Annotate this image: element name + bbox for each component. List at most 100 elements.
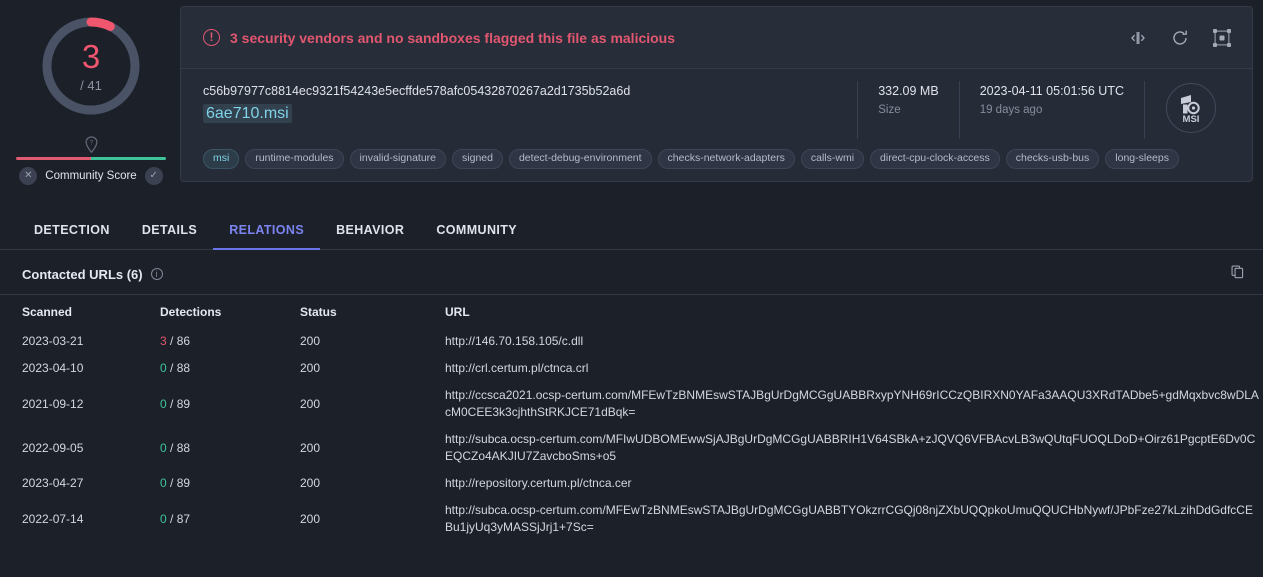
- detection-count: 0: [160, 511, 167, 526]
- detection-count: 3: [81, 37, 101, 75]
- detection-total: / 88: [166, 361, 191, 375]
- file-hash[interactable]: c56b97977c8814ec9321f54243e5ecffde578afc…: [203, 81, 843, 101]
- cell-detections: 0 / 88: [160, 426, 300, 470]
- file-tags: msi runtime-modules invalid-signature signe…: [181, 139, 1252, 181]
- table-row: 2023-04-10 0 / 88 200 http://crl.certum.pl/…: [0, 355, 1263, 382]
- file-summary-section: 3 / 41 ? ✕ Community Score ✓ ! 3 securit: [0, 0, 1263, 196]
- table-row: 2022-09-05 0 / 88 200 http://subca.ocsp-cer…: [0, 426, 1263, 470]
- file-tag[interactable]: invalid-signature: [349, 149, 447, 169]
- cell-status: 200: [300, 334, 321, 348]
- table-header-row: Scanned Detections Status URL: [0, 295, 1263, 328]
- check-circle-icon[interactable]: ✓: [144, 167, 163, 185]
- file-size-block: 332.09 MB Size: [857, 81, 958, 140]
- file-tag[interactable]: checks-usb-bus: [1005, 149, 1100, 169]
- file-tag[interactable]: long-sleeps: [1105, 149, 1179, 169]
- contacted-urls-header: Contacted URLs (6) i: [0, 250, 1263, 295]
- info-icon[interactable]: i: [150, 268, 163, 280]
- cell-url[interactable]: http://subca.ocsp-certum.com/MFEwTzBNMEs…: [445, 497, 1263, 541]
- file-tag[interactable]: runtime-modules: [245, 149, 344, 169]
- detection-total: / 89: [166, 396, 191, 411]
- cell-url[interactable]: http://repository.certum.pl/ctnca.cer: [445, 470, 1263, 497]
- file-tag[interactable]: msi: [203, 149, 240, 169]
- community-score-bar: [16, 157, 166, 160]
- cell-url[interactable]: http://ccsca2021.ocsp-certum.com/MFEwTzB…: [445, 382, 1263, 426]
- section-title: Contacted URLs (6): [22, 266, 143, 282]
- file-body-row: c56b97977c8814ec9321f54243e5ecffde578afc…: [181, 69, 1252, 140]
- file-tag[interactable]: signed: [452, 149, 503, 169]
- cell-detections: 0 / 89: [160, 382, 300, 426]
- cell-scanned: 2023-04-27: [22, 476, 84, 490]
- cell-url[interactable]: http://subca.ocsp-certum.com/MFIwUDBOMEw…: [445, 426, 1263, 470]
- community-score-row: ✕ Community Score ✓: [19, 167, 163, 185]
- detection-total: / 88: [166, 440, 191, 455]
- tab-community[interactable]: COMMUNITY: [420, 223, 533, 250]
- similar-files-icon[interactable]: [1128, 28, 1148, 48]
- file-metadata: 332.09 MB Size 2023-04-11 05:01:56 UTC 1…: [853, 81, 1144, 140]
- file-date-relative: 19 days ago: [979, 104, 1043, 116]
- cell-url[interactable]: http://146.70.158.105/c.dll: [445, 328, 1263, 355]
- detection-count: 0: [160, 440, 167, 455]
- tab-details[interactable]: DETAILS: [126, 223, 213, 250]
- column-header-url: URL: [445, 305, 470, 319]
- cell-detections: 0 / 88: [160, 355, 300, 382]
- detection-total: / 89: [166, 476, 191, 490]
- file-name[interactable]: 6ae710.msi: [203, 104, 292, 123]
- cell-detections: 0 / 87: [160, 497, 300, 541]
- file-size-value: 332.09 MB: [878, 84, 939, 98]
- tab-relations[interactable]: RELATIONS: [213, 223, 321, 250]
- file-tag[interactable]: calls-wmi: [800, 149, 865, 169]
- table-row: 2022-07-14 0 / 87 200 http://subca.ocsp-cer…: [0, 497, 1263, 541]
- msi-installer-icon: MSI: [1165, 83, 1216, 133]
- cell-scanned: 2022-09-05: [22, 440, 84, 455]
- svg-text:MSI: MSI: [1182, 114, 1199, 125]
- cell-status: 200: [300, 396, 321, 411]
- svg-text:?: ?: [89, 140, 93, 147]
- malicious-alert-banner: ! 3 security vendors and no sandboxes fl…: [181, 7, 1252, 69]
- cell-url[interactable]: http://crl.certum.pl/ctnca.crl: [445, 355, 1263, 382]
- alert-message: 3 security vendors and no sandboxes flag…: [230, 29, 676, 46]
- file-tag[interactable]: direct-cpu-clock-access: [870, 149, 1000, 169]
- detection-ratio-donut: 3 / 41: [37, 12, 145, 120]
- header-actions: [1128, 28, 1232, 48]
- exclamation-circle-icon: !: [203, 29, 220, 46]
- community-score-block: ? ✕ Community Score ✓: [10, 136, 172, 185]
- table-row: 2023-03-21 3 / 86 200 http://146.70.158.105…: [0, 328, 1263, 355]
- table-row: 2021-09-12 0 / 89 200 http://ccsca2021.ocsp…: [0, 382, 1263, 426]
- graph-icon[interactable]: [1212, 28, 1232, 48]
- cell-status: 200: [300, 440, 321, 455]
- file-tag[interactable]: detect-debug-environment: [508, 149, 652, 169]
- column-header-status: Status: [300, 305, 337, 319]
- help-pin-icon: ?: [85, 136, 97, 154]
- community-score-label: Community Score: [45, 170, 137, 182]
- file-detail-card: ! 3 security vendors and no sandboxes fl…: [180, 6, 1253, 182]
- cell-status: 200: [300, 511, 321, 526]
- tab-behavior[interactable]: BEHAVIOR: [320, 223, 420, 250]
- cell-scanned: 2022-07-14: [22, 511, 84, 526]
- cell-detections: 0 / 89: [160, 470, 300, 497]
- tab-detection[interactable]: DETECTION: [18, 223, 126, 250]
- community-bar-positive: [91, 157, 166, 160]
- file-date-value: 2023-04-11 05:01:56 UTC: [979, 84, 1124, 98]
- detection-score-widget: 3 / 41 ? ✕ Community Score ✓: [10, 6, 172, 196]
- table-body: 2023-03-21 3 / 86 200 http://146.70.158.105…: [0, 328, 1263, 541]
- file-tag[interactable]: checks-network-adapters: [657, 149, 795, 169]
- reanalyze-icon[interactable]: [1170, 28, 1190, 48]
- x-circle-icon[interactable]: ✕: [19, 167, 38, 185]
- column-header-detections: Detections: [160, 305, 222, 319]
- file-identity: c56b97977c8814ec9321f54243e5ecffde578afc…: [203, 81, 853, 139]
- detection-total: / 87: [166, 511, 191, 526]
- detection-count: 0: [160, 361, 167, 375]
- detection-count: 0: [160, 396, 167, 411]
- file-type-block: MSI: [1144, 81, 1236, 140]
- table-head: Scanned Detections Status URL: [0, 295, 1263, 328]
- cell-status: 200: [300, 476, 321, 490]
- cell-scanned: 2021-09-12: [22, 396, 84, 411]
- report-tabs: DETECTION DETAILS RELATIONS BEHAVIOR COMMUNI…: [0, 196, 1263, 250]
- copy-icon[interactable]: [1230, 264, 1245, 284]
- table-row: 2023-04-27 0 / 89 200 http://repository.cer…: [0, 470, 1263, 497]
- file-size-label: Size: [878, 104, 901, 116]
- cell-scanned: 2023-04-10: [22, 361, 84, 375]
- cell-status: 200: [300, 361, 321, 375]
- column-header-scanned: Scanned: [22, 305, 73, 319]
- detection-total: / 86: [166, 334, 191, 348]
